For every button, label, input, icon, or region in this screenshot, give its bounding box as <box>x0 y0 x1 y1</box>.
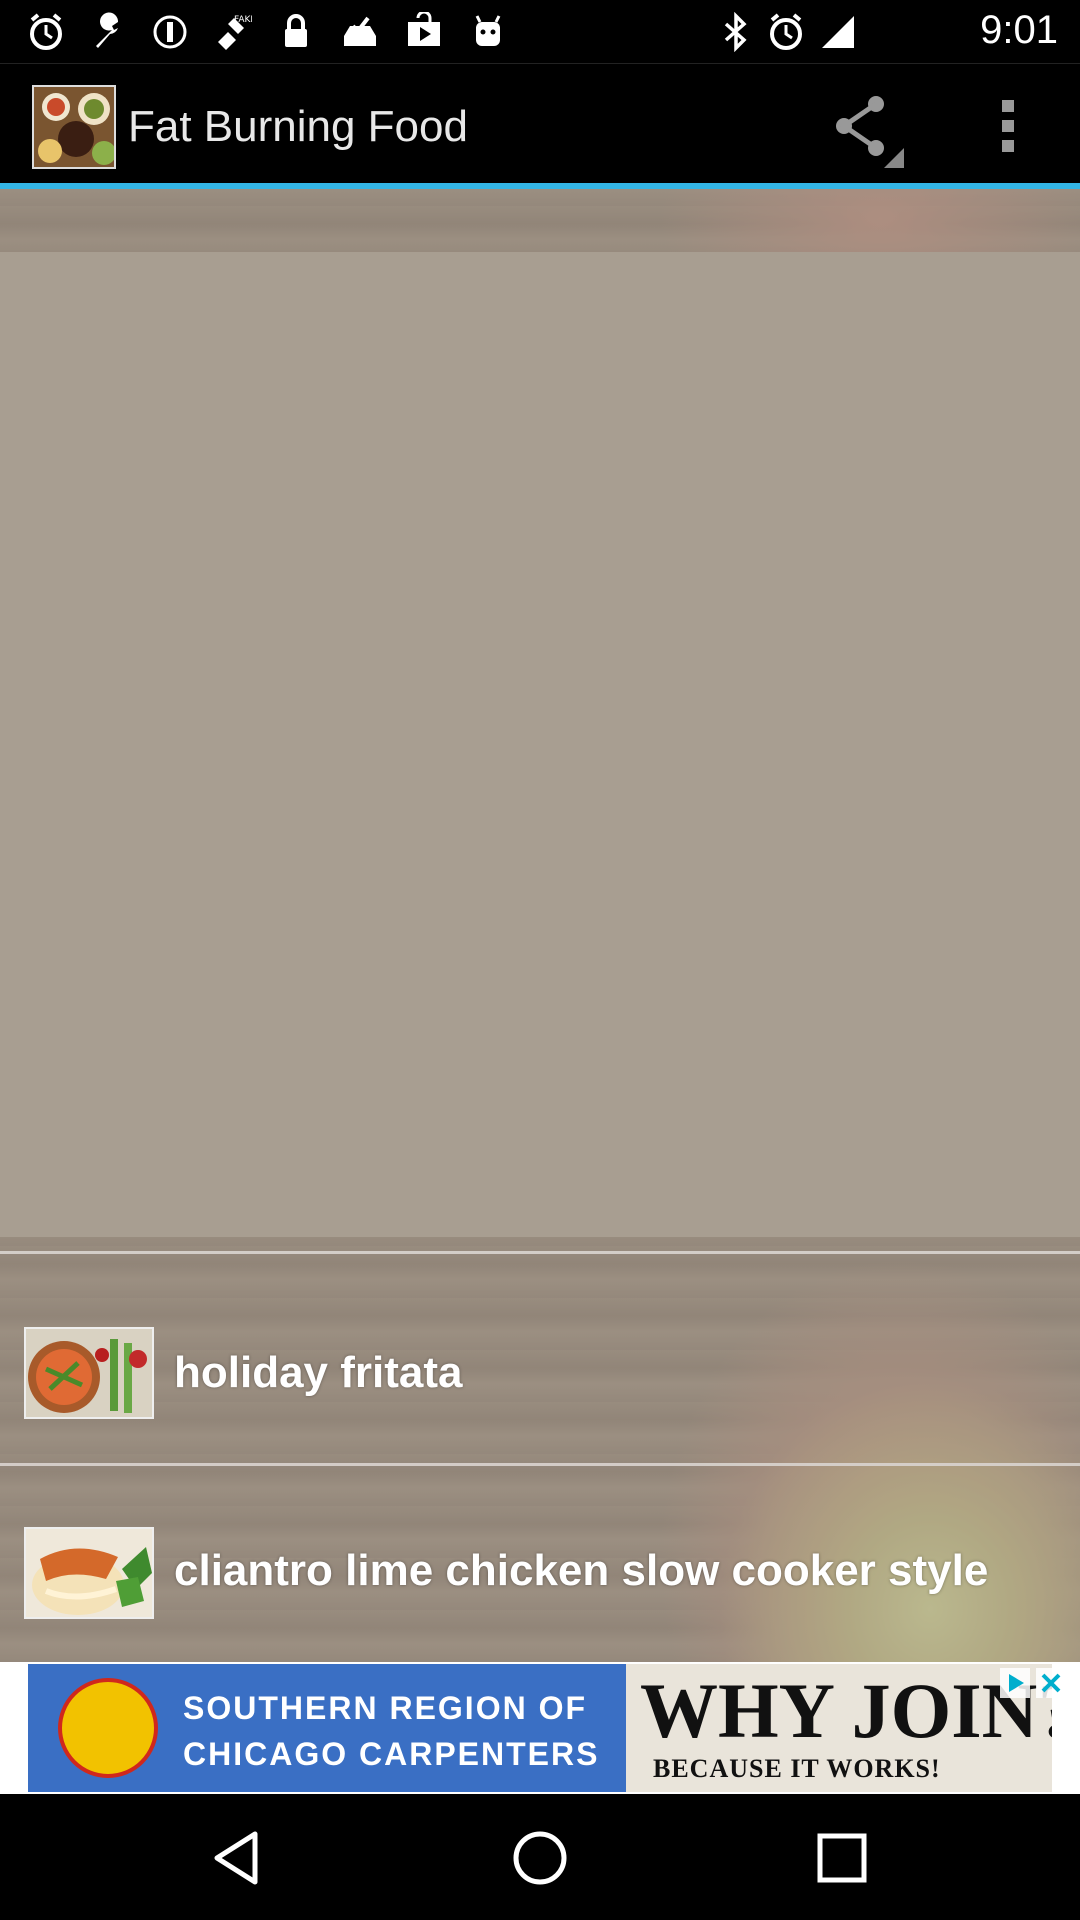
home-icon[interactable] <box>504 1822 576 1894</box>
ad-creative[interactable]: SOUTHERN REGION OF CHICAGO CARPENTERS WH… <box>28 1664 1052 1792</box>
ad-headline: WHY JOIN? <box>640 1667 1052 1754</box>
play-store-icon <box>408 12 440 46</box>
alarm-icon <box>30 13 62 50</box>
alarm-icon <box>770 13 802 50</box>
status-time: 9:01 <box>980 8 1058 52</box>
overflow-menu-button[interactable] <box>978 84 1038 168</box>
ad-choices-icon[interactable] <box>1000 1668 1030 1698</box>
ad-banner[interactable]: SOUTHERN REGION OF CHICAGO CARPENTERS WH… <box>0 1662 1080 1794</box>
fake-gps-icon <box>153 15 187 49</box>
list-divider <box>0 1463 1080 1466</box>
svg-text:FAKE: FAKE <box>234 15 252 25</box>
list-divider <box>0 1251 1080 1254</box>
image-placeholder-panel <box>0 252 1080 1237</box>
navigation-bar <box>0 1794 1080 1920</box>
bluetooth-icon <box>724 12 747 52</box>
lock-icon <box>285 14 307 47</box>
list-item-label: cliantro lime chicken slow cooker style <box>174 1546 989 1595</box>
android-icon <box>475 15 501 46</box>
list-item-label: holiday fritata <box>174 1348 463 1397</box>
back-icon[interactable] <box>203 1822 275 1894</box>
status-bar: FAKE 9:01 <box>0 0 1080 63</box>
share-icon <box>836 96 904 168</box>
signal-icon <box>822 16 854 48</box>
recents-icon[interactable] <box>806 1822 878 1894</box>
chicken-thumbnail <box>24 1527 154 1619</box>
ad-text-line2: CHICAGO CARPENTERS <box>183 1736 600 1772</box>
satellite-icon: FAKE <box>218 15 252 50</box>
app-logo[interactable] <box>32 85 116 169</box>
share-button[interactable] <box>820 84 904 168</box>
ad-text-line1: SOUTHERN REGION OF <box>183 1690 588 1726</box>
fritata-thumbnail <box>24 1327 154 1419</box>
wrench-icon <box>96 12 119 49</box>
inbox-check-icon <box>344 16 376 46</box>
list-item[interactable]: cliantro lime chicken slow cooker style <box>0 1467 1080 1662</box>
ad-subline: BECAUSE IT WORKS! <box>653 1754 941 1783</box>
list-item[interactable]: holiday fritata <box>0 1255 1080 1465</box>
recipe-list[interactable]: holiday fritata cliantro lime chicken sl… <box>0 189 1080 1662</box>
action-bar: Fat Burning Food <box>0 63 1080 183</box>
page-title: Fat Burning Food <box>128 102 468 151</box>
close-icon[interactable] <box>1036 1668 1066 1698</box>
union-seal-icon <box>58 1678 158 1778</box>
overflow-menu-icon <box>1002 100 1014 152</box>
